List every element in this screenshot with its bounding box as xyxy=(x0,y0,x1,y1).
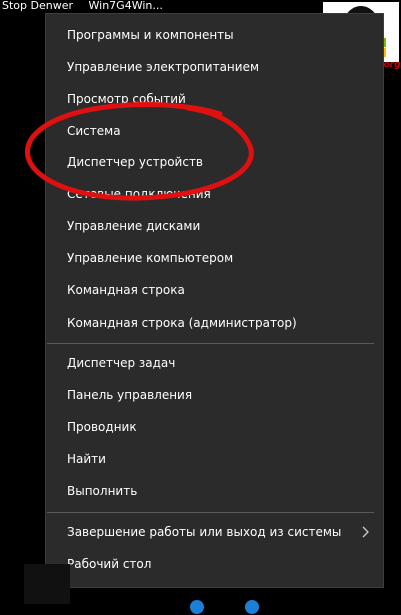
menu-item-control-panel[interactable]: Панель управления xyxy=(46,380,383,410)
desktop-label-stop-denwer[interactable]: Stop Denwer xyxy=(2,0,73,12)
menu-separator xyxy=(47,343,374,344)
menu-item-shutdown-or-sign-out[interactable]: Завершение работы или выход из системы xyxy=(46,517,383,547)
menu-item-network-connections[interactable]: Сетевые подключения xyxy=(46,179,383,209)
taskbar-start-area xyxy=(24,564,70,604)
menu-item-search[interactable]: Найти xyxy=(46,444,383,474)
menu-item-command-prompt-admin[interactable]: Командная строка (администратор) xyxy=(46,308,383,338)
menu-item-programs-and-features[interactable]: Программы и компоненты xyxy=(46,20,383,50)
taskbar-app-icon[interactable] xyxy=(190,600,204,614)
menu-item-file-explorer[interactable]: Проводник xyxy=(46,412,383,442)
desktop-label-win7g4win[interactable]: Win7G4Win... xyxy=(89,0,163,12)
menu-item-task-manager[interactable]: Диспетчер задач xyxy=(46,348,383,378)
menu-item-event-viewer[interactable]: Просмотр событий xyxy=(46,84,383,114)
taskbar-app-icon[interactable] xyxy=(245,600,259,614)
winx-context-menu: Программы и компоненты Управление электр… xyxy=(45,13,384,588)
menu-item-desktop[interactable]: Рабочий стол xyxy=(46,549,383,579)
menu-item-device-manager[interactable]: Диспетчер устройств xyxy=(46,147,383,177)
menu-item-computer-management[interactable]: Управление компьютером xyxy=(46,243,383,273)
menu-item-label: Завершение работы или выход из системы xyxy=(67,525,342,539)
menu-item-system[interactable]: Система xyxy=(46,116,383,146)
menu-separator xyxy=(47,512,374,513)
menu-item-command-prompt[interactable]: Командная строка xyxy=(46,275,383,305)
menu-item-power-options[interactable]: Управление электропитанием xyxy=(46,52,383,82)
menu-item-disk-management[interactable]: Управление дисками xyxy=(46,211,383,241)
chevron-right-icon xyxy=(362,526,369,538)
menu-item-run[interactable]: Выполнить xyxy=(46,476,383,506)
